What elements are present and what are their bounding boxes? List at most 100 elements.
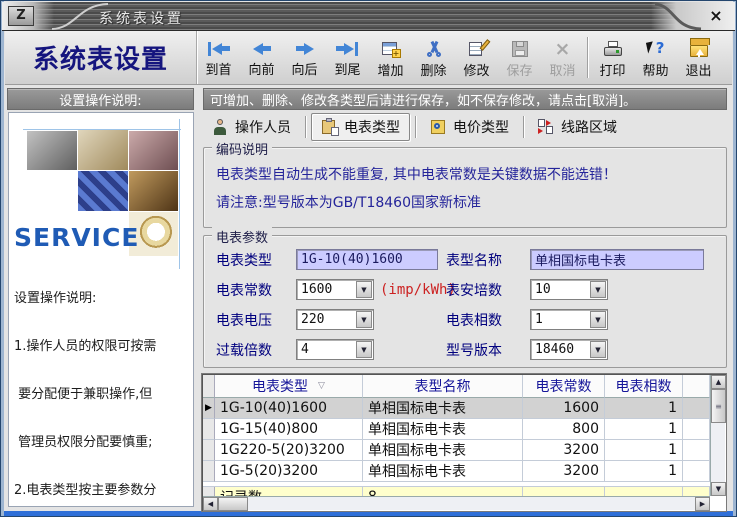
scroll-up-button[interactable]: ▲ xyxy=(711,375,726,389)
cancel-icon: × xyxy=(555,41,571,57)
photo-tile-hand xyxy=(129,171,178,211)
chevron-down-icon[interactable]: ▼ xyxy=(356,341,372,358)
add-record-icon: + xyxy=(381,41,401,57)
chevron-down-icon[interactable]: ▼ xyxy=(356,311,372,328)
tab-meter-type[interactable]: 电表类型 xyxy=(311,113,410,141)
tab-operators[interactable]: 操作人员 xyxy=(203,114,300,140)
tab-separator xyxy=(305,116,306,138)
table-row[interactable]: 1G220-5(20)3200 单相国标电卡表 3200 1 xyxy=(203,440,710,461)
coding-note-line2: 请注意:型号版本为GB/T18460国家新标准 xyxy=(216,192,481,212)
instruction-line: 管理员权限分配要慎重; xyxy=(14,435,192,451)
instruction-line: 2.电表类型按主要参数分 xyxy=(14,483,192,499)
close-button[interactable]: × xyxy=(706,6,726,26)
app-logo-icon: Z xyxy=(8,6,34,26)
go-previous-button[interactable]: 向前 xyxy=(240,31,283,84)
price-type-icon xyxy=(430,119,447,135)
grid-corner xyxy=(203,375,215,398)
sidebar-body: SERVICE 设置操作说明: 1.操作人员的权限可按需 要分配便于兼职操作,但… xyxy=(8,112,194,507)
page-title: 系统表设置 xyxy=(5,31,197,84)
chevron-down-icon[interactable]: ▼ xyxy=(356,281,372,298)
titlebar: Z 系统表设置 × xyxy=(2,2,735,31)
vertical-scrollbar[interactable]: ▲ ≡ ▼ xyxy=(710,375,725,496)
titlebar-swoosh-right xyxy=(653,2,703,31)
record-count-value: 8 xyxy=(363,487,523,496)
sidebar-header: 设置操作说明: xyxy=(7,88,194,110)
grid-body: 电表类型▽ 表型名称 电表常数 电表相数 ▶ 1G-10(40)1600 单相国… xyxy=(203,375,710,496)
instruction-line: 1.操作人员的权限可按需 xyxy=(14,339,192,355)
chevron-down-icon[interactable]: ▼ xyxy=(590,311,606,328)
go-first-icon xyxy=(207,42,230,56)
scroll-left-button[interactable]: ◀ xyxy=(203,497,218,511)
table-row[interactable]: 1G-15(40)800 单相国标电卡表 800 1 xyxy=(203,419,710,440)
collage-frame-line xyxy=(179,119,180,269)
column-header-filler xyxy=(683,375,710,398)
amperage-label: 表安培数 xyxy=(446,280,530,300)
column-header-constant[interactable]: 电表常数 xyxy=(523,375,605,398)
help-icon: ? xyxy=(646,41,666,57)
model-name-label: 表型名称 xyxy=(446,250,530,270)
row-marker-icon: ▶ xyxy=(203,398,215,419)
table-row[interactable]: 1G-5(20)3200 单相国标电卡表 3200 1 xyxy=(203,461,710,482)
delete-record-icon xyxy=(424,41,444,57)
main-area: 设置操作说明: SERVICE 设置操作说明: 1.操作人员的权限可按需 要分配… xyxy=(5,86,732,510)
horizontal-scrollbar[interactable]: ◀ ▶ xyxy=(203,496,710,510)
model-version-combobox[interactable]: 18460 ▼ xyxy=(530,339,608,360)
help-button[interactable]: ? 帮助 xyxy=(634,31,677,84)
print-button[interactable]: 打印 xyxy=(591,31,634,84)
model-version-label: 型号版本 xyxy=(446,340,530,360)
meter-type-grid: 电表类型▽ 表型名称 电表常数 电表相数 ▶ 1G-10(40)1600 单相国… xyxy=(201,373,727,512)
titlebar-left-cap: Z xyxy=(2,2,54,30)
sort-desc-icon: ▽ xyxy=(318,381,325,391)
meter-constant-label: 电表常数 xyxy=(216,280,296,300)
amperage-combobox[interactable]: 10 ▼ xyxy=(530,279,608,300)
go-previous-icon xyxy=(253,42,271,56)
go-last-button[interactable]: 到尾 xyxy=(326,31,369,84)
overload-label: 过载倍数 xyxy=(216,340,296,360)
edit-record-icon xyxy=(467,41,487,57)
chevron-down-icon[interactable]: ▼ xyxy=(590,281,606,298)
save-icon xyxy=(510,41,530,57)
photo-tile-pens xyxy=(129,131,178,170)
tab-line-area[interactable]: 线路区域 xyxy=(529,114,626,140)
sidebar-instructions: 设置操作说明: 1.操作人员的权限可按需 要分配便于兼职操作,但 管理员权限分配… xyxy=(14,259,192,507)
meter-type-icon xyxy=(321,119,338,135)
edit-record-button[interactable]: 修改 xyxy=(455,31,498,84)
go-next-icon xyxy=(296,42,314,56)
toolbar-separator xyxy=(587,37,588,78)
phase-combobox[interactable]: 1 ▼ xyxy=(530,309,608,330)
photo-tile-pen xyxy=(78,130,128,170)
go-next-button[interactable]: 向后 xyxy=(283,31,326,84)
grid-footer-row: 记录数 8 xyxy=(203,487,710,496)
meter-params-title: 电表参数 xyxy=(212,227,272,246)
chevron-down-icon[interactable]: ▼ xyxy=(590,341,606,358)
column-header-phase[interactable]: 电表相数 xyxy=(605,375,683,398)
add-record-button[interactable]: + 增加 xyxy=(369,31,412,84)
delete-record-button[interactable]: 删除 xyxy=(412,31,455,84)
scroll-right-button[interactable]: ▶ xyxy=(695,497,710,511)
model-name-field[interactable]: 单相国标电卡表 xyxy=(530,249,704,270)
vertical-scroll-thumb[interactable]: ≡ xyxy=(711,389,726,423)
meter-type-field[interactable]: 1G-10(40)1600 xyxy=(296,249,438,270)
instruction-line: 要分配便于兼职操作,但 xyxy=(14,387,192,403)
horizontal-scroll-thumb[interactable] xyxy=(218,497,248,511)
column-header-model-name[interactable]: 表型名称 xyxy=(363,375,523,398)
print-icon xyxy=(603,41,623,57)
scroll-down-button[interactable]: ▼ xyxy=(711,482,726,496)
overload-combobox[interactable]: 4 ▼ xyxy=(296,339,374,360)
go-first-button[interactable]: 到首 xyxy=(197,31,240,84)
meter-type-label: 电表类型 xyxy=(216,250,296,270)
save-button: 保存 xyxy=(498,31,541,84)
sidebar: 设置操作说明: SERVICE 设置操作说明: 1.操作人员的权限可按需 要分配… xyxy=(5,86,196,510)
tab-price-type[interactable]: 电价类型 xyxy=(421,114,518,140)
exit-button[interactable]: 退出 xyxy=(677,31,720,84)
grid-header-row: 电表类型▽ 表型名称 电表常数 电表相数 xyxy=(203,375,710,398)
voltage-label: 电表电压 xyxy=(216,310,296,330)
operator-icon xyxy=(212,119,229,135)
notice-bar: 可增加、删除、修改各类型后请进行保存，如不保存修改，请点击[取消]。 xyxy=(203,88,727,110)
record-count-label: 记录数 xyxy=(215,487,363,496)
table-row[interactable]: ▶ 1G-10(40)1600 单相国标电卡表 1600 1 xyxy=(203,398,710,419)
column-header-meter-type[interactable]: 电表类型▽ xyxy=(215,375,363,398)
exit-icon xyxy=(689,41,709,57)
meter-constant-combobox[interactable]: 1600 ▼ xyxy=(296,279,374,300)
voltage-combobox[interactable]: 220 ▼ xyxy=(296,309,374,330)
